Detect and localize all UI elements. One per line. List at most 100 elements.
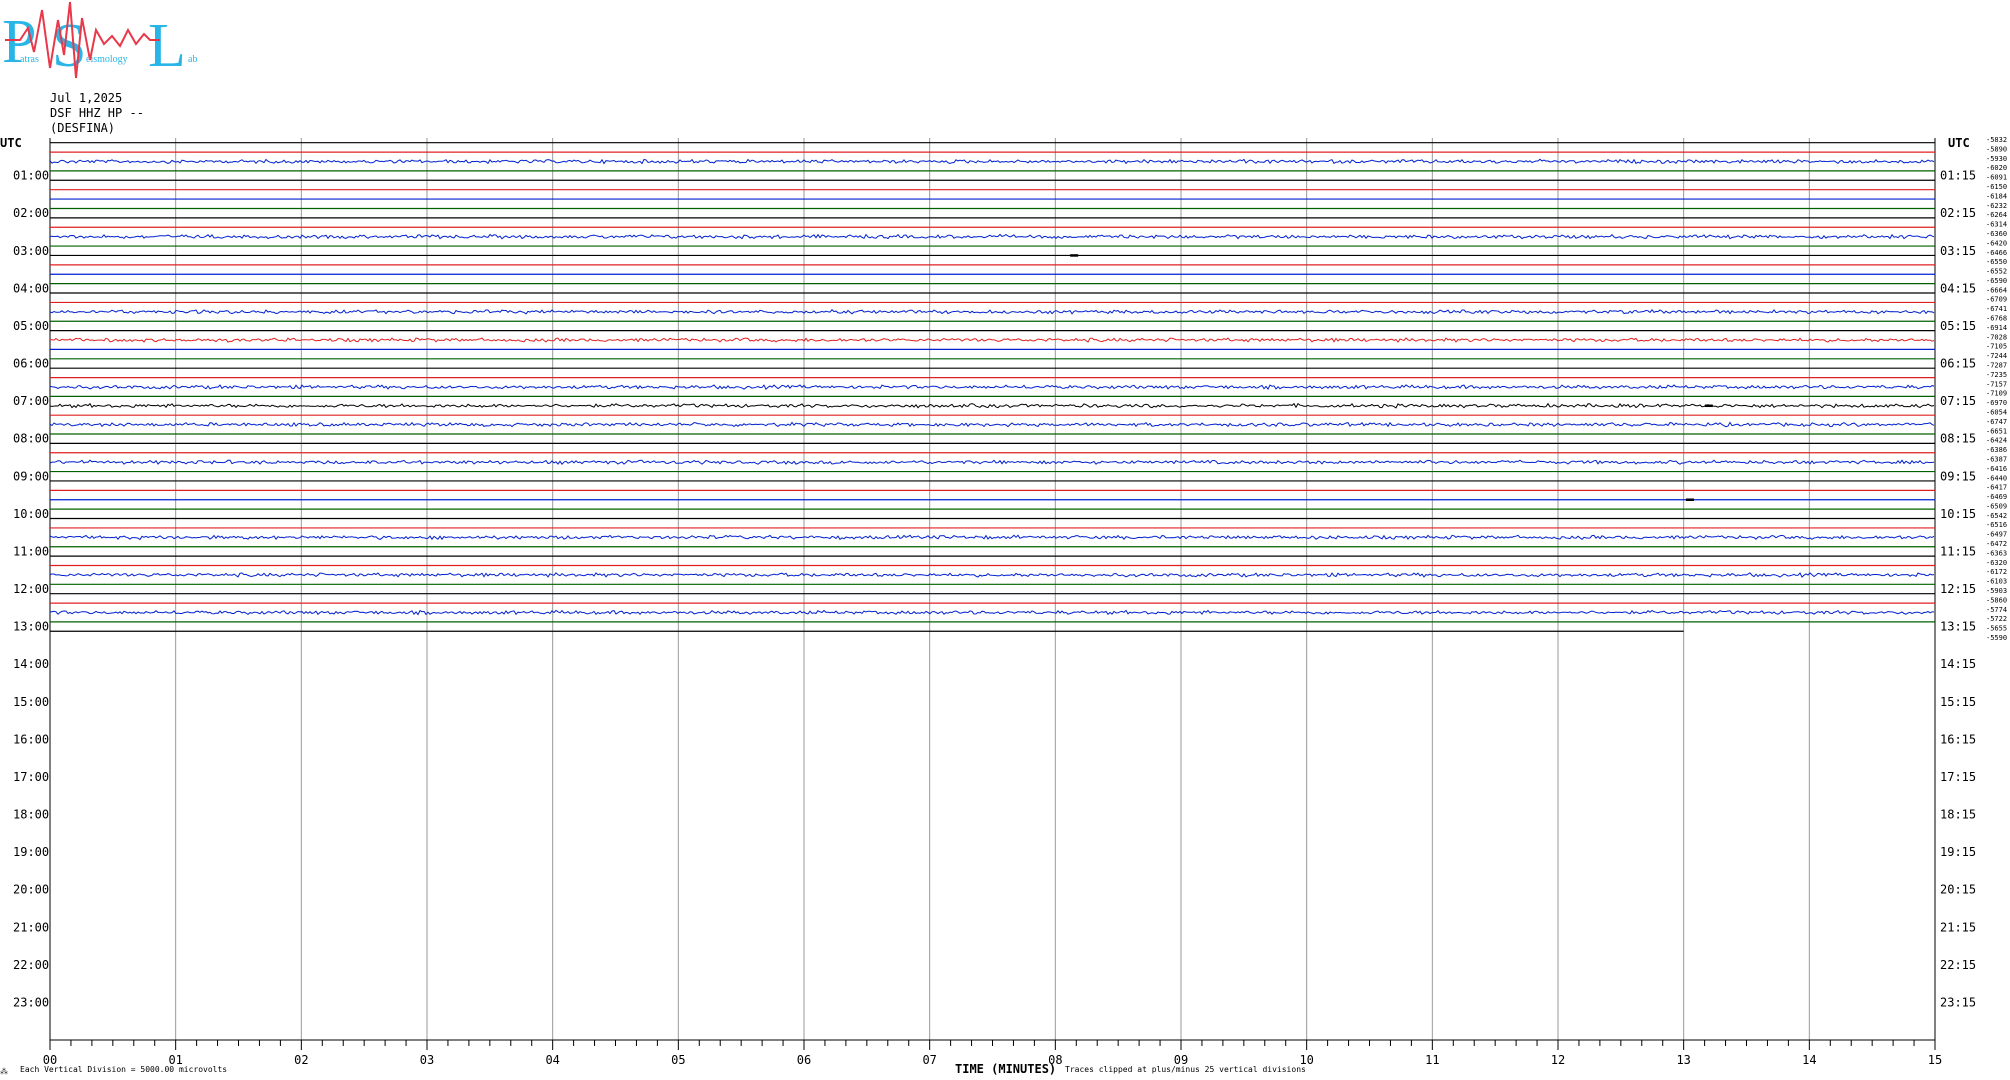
corner-mark: ⁂ <box>0 1067 8 1076</box>
trace-offset-label: -6387 <box>1986 455 2007 463</box>
hour-label-right: 06:15 <box>1940 357 1976 371</box>
hour-label-right: 20:15 <box>1940 883 1976 897</box>
hour-label-right: 23:15 <box>1940 995 1976 1009</box>
seismic-trace <box>49 421 1935 428</box>
trace-offset-label: -5774 <box>1986 606 2007 614</box>
hour-label-right: 05:15 <box>1940 319 1976 333</box>
trace-offset-label: -5655 <box>1986 625 2007 633</box>
hour-label-right: 04:15 <box>1940 281 1976 295</box>
trace-offset-label: -6091 <box>1986 174 2007 182</box>
hour-label-right: 14:15 <box>1940 657 1976 671</box>
hour-label-left: 10:00 <box>13 507 49 521</box>
trace-offset-label: -6497 <box>1986 531 2007 539</box>
trace-offset-label: -7244 <box>1986 352 2007 360</box>
trace-offset-label: -6020 <box>1986 164 2007 172</box>
seismic-trace <box>49 572 1935 578</box>
trace-offset-label: -6651 <box>1986 427 2007 435</box>
hour-label-right: 09:15 <box>1940 469 1976 483</box>
x-tick-label: 03 <box>420 1053 434 1067</box>
trace-offset-label: -6314 <box>1986 221 2007 229</box>
minute-gridlines <box>49 138 1936 1040</box>
hour-label-left: 05:00 <box>13 319 49 333</box>
trace-offset-label: -6420 <box>1986 239 2007 247</box>
trace-offset-label: -6386 <box>1986 446 2007 454</box>
trace-offset-label: -6550 <box>1986 258 2007 266</box>
trace-offset-label: -6184 <box>1986 192 2007 200</box>
hour-label-right: 17:15 <box>1940 770 1976 784</box>
hour-label-right: 22:15 <box>1940 958 1976 972</box>
hour-label-left: 02:00 <box>13 206 49 220</box>
trace-offset-label: -5590 <box>1986 634 2007 642</box>
trace-offset-label: -5860 <box>1986 596 2007 604</box>
seismic-trace <box>49 233 1935 240</box>
trace-offset-label: -6440 <box>1986 474 2007 482</box>
trace-offset-label: -6516 <box>1986 521 2007 529</box>
x-tick-label: 06 <box>797 1053 811 1067</box>
hour-label-left: 11:00 <box>13 544 49 558</box>
hour-label-left: 23:00 <box>13 995 49 1009</box>
utc-label-left: UTC <box>0 136 22 150</box>
hour-label-left: 12:00 <box>13 582 49 596</box>
hour-label-right: 18:15 <box>1940 808 1976 822</box>
seismic-trace <box>49 158 1935 165</box>
trace-offset-label: -6914 <box>1986 324 2007 332</box>
hour-label-left: 08:00 <box>13 432 49 446</box>
hour-label-right: 13:15 <box>1940 620 1976 634</box>
trace-offset-label: -7235 <box>1986 371 2007 379</box>
hour-label-left: 18:00 <box>13 808 49 822</box>
hour-label-left: 07:00 <box>13 394 49 408</box>
trace-offset-label: -6232 <box>1986 202 2007 210</box>
x-tick-label: 05 <box>671 1053 685 1067</box>
helicorder-plot: 01:00 02:00 03:00 04:00 05:00 06:00 07:00 08:00… <box>0 136 2007 1067</box>
utc-label-right: UTC <box>1948 136 1970 150</box>
seismic-trace <box>50 337 1935 343</box>
trace-offset-label: -6150 <box>1986 183 2007 191</box>
hour-label-left: 03:00 <box>13 244 49 258</box>
trace-offset-label: -6416 <box>1986 465 2007 473</box>
x-axis-title: TIME (MINUTES) <box>955 1062 1057 1076</box>
trace-offset-label: -6466 <box>1986 249 2007 257</box>
hour-label-left: 20:00 <box>13 883 49 897</box>
x-tick-label: 04 <box>545 1053 559 1067</box>
trace-offset-label: -5903 <box>1986 587 2007 595</box>
hour-label-left: 04:00 <box>13 281 49 295</box>
clip-note: Traces clipped at plus/minus 25 vertical… <box>1065 1065 1306 1074</box>
seismic-trace <box>49 402 1935 409</box>
hour-label-left: 17:00 <box>13 770 49 784</box>
trace-offset-label: -5722 <box>1986 615 2007 623</box>
trace-offset-label: -7028 <box>1986 333 2007 341</box>
hour-label-left: 13:00 <box>13 620 49 634</box>
trace-offset-label: -6469 <box>1986 493 2007 501</box>
hour-label-left: 19:00 <box>13 845 49 859</box>
trace-offset-label: -6552 <box>1986 268 2007 276</box>
trace-offset-label: -6363 <box>1986 549 2007 557</box>
hour-label-left: 01:00 <box>13 169 49 183</box>
hour-label-left: 09:00 <box>13 469 49 483</box>
trace-offset-label: -7109 <box>1986 390 2007 398</box>
trace-offset-label: -6103 <box>1986 578 2007 586</box>
seismic-trace <box>49 609 1934 616</box>
hour-label-left: 22:00 <box>13 958 49 972</box>
hour-label-right: 08:15 <box>1940 432 1976 446</box>
hour-label-left: 06:00 <box>13 357 49 371</box>
hour-label-right: 02:15 <box>1940 206 1976 220</box>
seismic-trace <box>49 534 1935 541</box>
trace-offset-label: -6741 <box>1986 305 2007 313</box>
hour-label-right: 19:15 <box>1940 845 1976 859</box>
hour-label-right: 10:15 <box>1940 507 1976 521</box>
scale-note: Each Vertical Division = 5000.00 microvo… <box>20 1065 228 1074</box>
hour-label-right: 21:15 <box>1940 920 1976 934</box>
hour-label-right: 03:15 <box>1940 244 1976 258</box>
trace-offset-label: -6590 <box>1986 277 2007 285</box>
hour-labels-left: 01:00 02:00 03:00 04:00 05:00 06:00 07:00 08:00… <box>13 169 49 1010</box>
seismic-traces <box>49 142 1935 632</box>
trace-offset-label: -5930 <box>1986 155 2007 163</box>
hour-label-right: 15:15 <box>1940 695 1976 709</box>
seismic-trace <box>49 384 1935 391</box>
trace-offset-label: -6542 <box>1986 512 2007 520</box>
trace-offset-label: -6509 <box>1986 502 2007 510</box>
trace-offset-label: -6360 <box>1986 230 2007 238</box>
trace-offset-label: -7105 <box>1986 343 2007 351</box>
trace-offset-label: -6054 <box>1986 408 2007 416</box>
trace-offset-label: -6417 <box>1986 484 2007 492</box>
